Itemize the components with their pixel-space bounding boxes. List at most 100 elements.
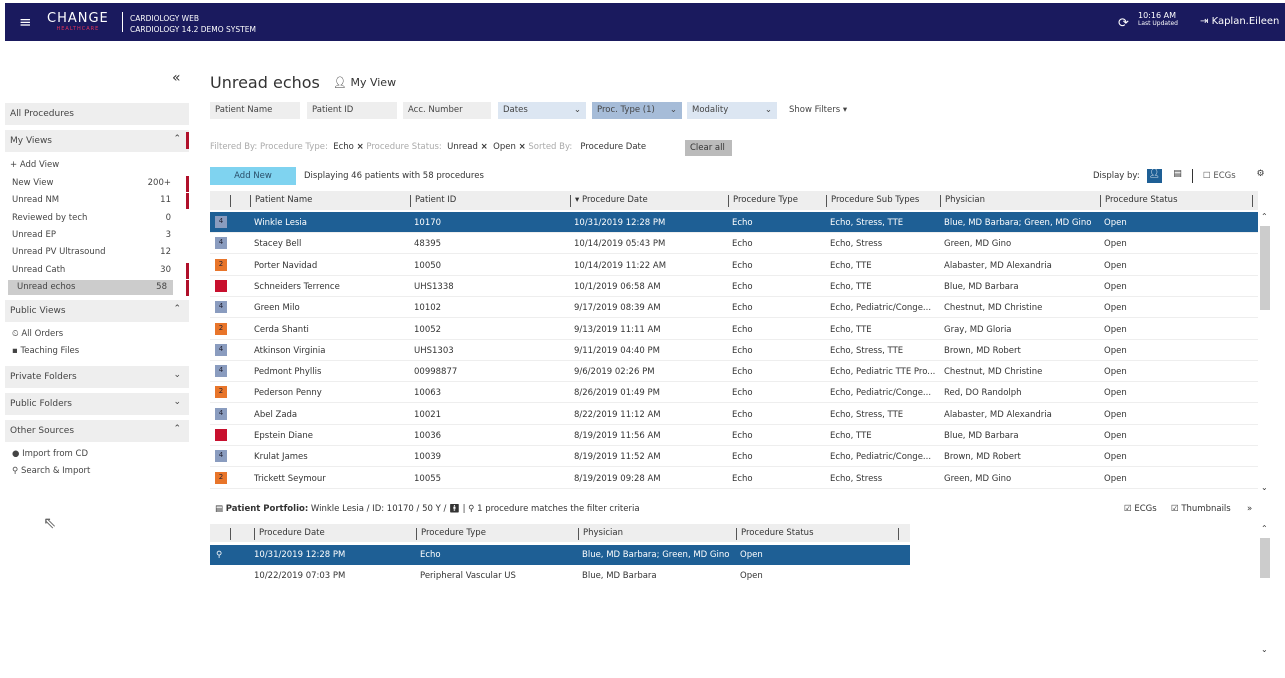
table-row[interactable]: Epstein Diane 10036 8/19/2019 11:56 AM Echo… (210, 425, 1258, 446)
portfolio-row[interactable]: ⚲ 10/31/2019 12:28 PM Echo Blue, MD Barbara… (210, 545, 910, 565)
unread-indicator (186, 176, 189, 192)
unread-indicator (186, 279, 189, 296)
unread-indicator (186, 193, 189, 210)
table-row[interactable]: 2 Pederson Penny 10063 8/26/2019 01:49 PM Ec… (210, 382, 1258, 404)
column-header[interactable]: Procedure Type (728, 195, 798, 207)
table-header: Patient Name Patient ID ▾ Procedure Date Pr… (210, 191, 1258, 210)
sidebar-private-folders[interactable]: Private Folders ⌄ (5, 366, 189, 388)
sidebar-public-views[interactable]: Public Views ⌃ (5, 300, 189, 322)
dates-dropdown[interactable]: Dates ⌄ (498, 102, 586, 119)
logout-icon: ⇥ (1200, 16, 1209, 27)
cell: Chestnut, MD Christine (944, 367, 1043, 378)
portfolio-scrollbar[interactable]: ⌃ ⌄ (1259, 524, 1271, 654)
cell: Green Milo (254, 303, 300, 314)
cell: 8/22/2019 11:12 AM (574, 409, 661, 420)
table-row[interactable]: 4 Green Milo 10102 9/17/2019 08:39 AM Echo Ec… (210, 297, 1258, 319)
column-header[interactable]: Physician (578, 528, 623, 540)
column-header[interactable]: Physician (940, 195, 985, 207)
teaching-files-link[interactable]: ▪ Teaching Files (12, 346, 177, 356)
portfolio-row[interactable]: 10/22/2019 07:03 PM Peripheral Vascular U… (210, 566, 910, 586)
remove-filter-icon[interactable]: × (481, 142, 488, 152)
collapse-portfolio-icon[interactable]: » (1247, 504, 1252, 514)
modality-dropdown[interactable]: Modality ⌄ (687, 102, 777, 119)
sidebar-view-item[interactable]: Unread Cath 30 (12, 265, 177, 275)
import-cd-link[interactable]: ● Import from CD (12, 449, 177, 459)
search-import-link[interactable]: ⚲ Search & Import (12, 466, 177, 476)
cell: Open (1104, 239, 1127, 250)
patient-view-icon[interactable]: 👤︎ (1147, 169, 1162, 183)
table-row[interactable]: 4 Stacey Bell 48395 10/14/2019 05:43 PM Echo… (210, 233, 1258, 255)
show-filters-button[interactable]: Show Filters ▾ (784, 102, 852, 119)
column-header[interactable]: Patient Name (250, 195, 312, 207)
cell: Echo (732, 218, 753, 228)
collapse-sidebar-button[interactable]: « (172, 70, 181, 86)
cell: 8/19/2019 09:28 AM (574, 473, 661, 484)
table-row[interactable]: 4 Abel Zada 10021 8/22/2019 11:12 AM Echo Ech… (210, 404, 1258, 425)
column-header[interactable]: Procedure Status (736, 528, 814, 540)
cell: Open (1104, 431, 1127, 441)
proc-type-dropdown[interactable]: Proc. Type (1) ⌄ (592, 102, 682, 119)
table-row[interactable]: 4 Krulat James 10039 8/19/2019 11:52 AM Echo… (210, 446, 1258, 468)
cell: Alabaster, MD Alexandria (944, 409, 1052, 420)
sidebar-my-views[interactable]: My Views ⌃ (5, 130, 189, 152)
column-header[interactable]: Patient ID (410, 195, 456, 207)
sidebar-view-item[interactable]: Unread NM 11 (12, 195, 177, 205)
cell: Krulat James (254, 452, 308, 463)
logout-button[interactable]: ⇥ Kaplan.Eileen (1200, 16, 1279, 27)
view-label: Unread echos (17, 281, 76, 292)
ecgs-checkbox[interactable]: ☐ ECGs (1203, 171, 1236, 181)
table-row[interactable]: 4 Winkle Lesia 10170 10/31/2019 12:28 PM Ech… (210, 212, 1258, 233)
person-icon: 🚹︎ (449, 504, 460, 514)
cell: Winkle Lesia (254, 218, 307, 228)
cell: Echo, Pediatric/Conge... (830, 303, 932, 314)
search-icon[interactable]: ⚲ (216, 550, 222, 560)
app-header: ≡ CHANGE HEALTHCARE CARDIOLOGY WEB CARDIOL… (5, 3, 1285, 41)
remove-filter-icon[interactable]: × (357, 142, 364, 152)
settings-gear-icon[interactable]: ⚙ (1253, 169, 1268, 183)
procedure-view-icon[interactable]: ▤ (1170, 169, 1185, 183)
view-label: Unread EP (12, 229, 56, 240)
patient-id-filter[interactable]: Patient ID (307, 102, 397, 119)
column-header[interactable]: Procedure Sub Types (826, 195, 919, 207)
cell: Open (1104, 281, 1127, 292)
column-header[interactable]: Procedure Status (1100, 195, 1178, 207)
sidebar-all-procedures[interactable]: All Procedures (5, 103, 189, 125)
cell: Gray, MD Gloria (944, 324, 1012, 335)
clear-all-button[interactable]: Clear all (685, 140, 732, 156)
cell: Brown, MD Robert (944, 345, 1021, 356)
sidebar-public-folders[interactable]: Public Folders ⌄ (5, 393, 189, 415)
all-orders-link[interactable]: ⏲ All Orders (12, 329, 177, 339)
sidebar-other-sources[interactable]: Other Sources ⌃ (5, 420, 189, 442)
table-row[interactable]: 2 Cerda Shanti 10052 9/13/2019 11:11 AM Echo… (210, 319, 1258, 340)
table-row[interactable]: 2 Porter Navidad 10050 10/14/2019 11:22 AM E… (210, 255, 1258, 276)
cell: Echo (732, 388, 753, 399)
column-header[interactable]: Procedure Type (416, 528, 486, 540)
patient-name-filter[interactable]: Patient Name (210, 102, 300, 119)
column-header[interactable]: ▾ Procedure Date (570, 195, 648, 207)
remove-filter-icon[interactable]: × (519, 142, 526, 152)
ecgs-portfolio-checkbox[interactable]: ☑ ECGs (1124, 504, 1157, 514)
priority-badge: 4 (215, 450, 227, 463)
thumbnails-checkbox[interactable]: ☑ Thumbnails (1171, 504, 1231, 514)
column-header[interactable]: Procedure Date (254, 528, 325, 540)
cell: 8/26/2019 01:49 PM (574, 388, 660, 399)
sidebar-view-item[interactable]: New View 200+ (12, 178, 177, 188)
cell: Trickett Seymour (254, 473, 326, 484)
table-scrollbar[interactable]: ⌃ ⌄ (1259, 212, 1271, 492)
menu-icon[interactable]: ≡ (19, 13, 32, 31)
add-view-link[interactable]: + Add View (10, 160, 175, 170)
acc-number-filter[interactable]: Acc. Number (403, 102, 491, 119)
sidebar-view-item[interactable]: Unread PV Ultrasound 12 (12, 247, 177, 257)
table-row[interactable]: Schneiders Terrence UHS1338 10/1/2019 06:5… (210, 276, 1258, 297)
table-row[interactable]: 2 Trickett Seymour 10055 8/19/2019 09:28 AM… (210, 468, 1258, 489)
sidebar-view-item[interactable]: Unread echos 58 (8, 279, 173, 295)
my-view-button[interactable]: 👤︎ My View (333, 76, 396, 89)
sidebar-view-item[interactable]: Reviewed by tech 0 (12, 213, 177, 223)
patient-portfolio-header: ▤ Patient Portfolio: Winkle Lesia / ID: … (215, 504, 640, 514)
refresh-icon[interactable]: ⟳ (1118, 16, 1129, 31)
cell: Blue, MD Barbara (582, 571, 657, 581)
table-row[interactable]: 4 Atkinson Virginia UHS1303 9/11/2019 04:40… (210, 340, 1258, 361)
add-new-button[interactable]: Add New (210, 167, 296, 185)
table-row[interactable]: 4 Pedmont Phyllis 00998877 9/6/2019 02:26 P… (210, 361, 1258, 383)
sidebar-view-item[interactable]: Unread EP 3 (12, 230, 177, 240)
